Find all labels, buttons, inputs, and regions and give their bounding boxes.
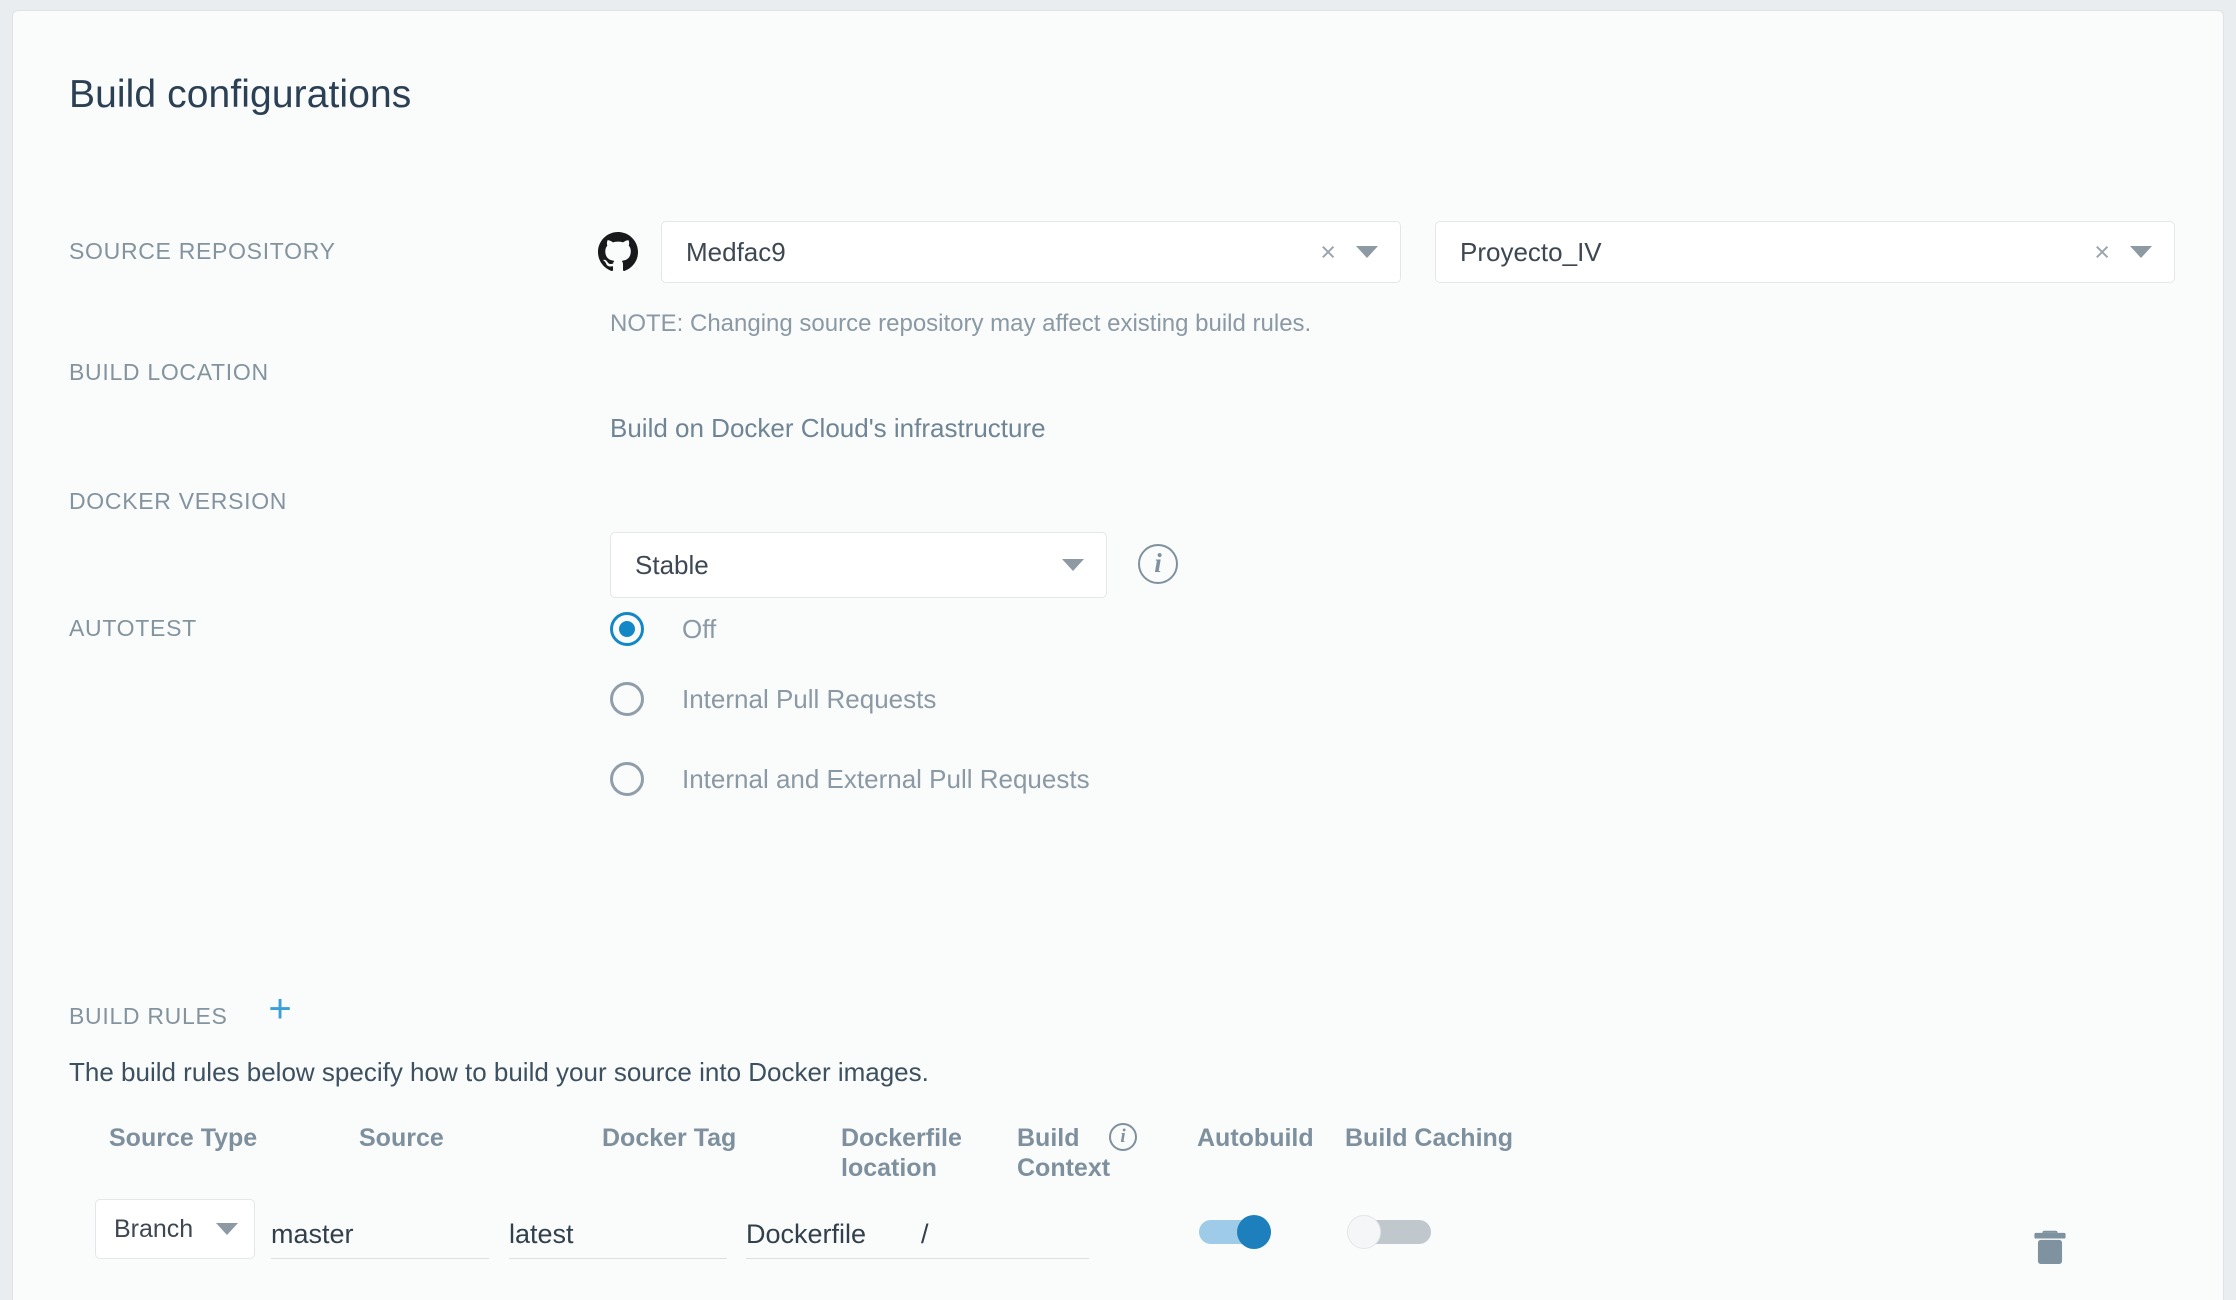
repository-owner-value: Medfac9 bbox=[686, 236, 786, 267]
chevron-down-icon[interactable] bbox=[216, 1223, 238, 1235]
repository-owner-select[interactable]: Medfac9 × bbox=[661, 221, 1401, 283]
source-repository-note: NOTE: Changing source repository may aff… bbox=[610, 310, 1312, 337]
repository-name-value: Proyecto_IV bbox=[1460, 236, 1602, 267]
radio-icon[interactable] bbox=[610, 762, 644, 796]
autotest-label: AUTOTEST bbox=[69, 615, 197, 641]
github-icon bbox=[598, 232, 638, 272]
docker-version-select[interactable]: Stable bbox=[610, 532, 1107, 598]
chevron-down-icon[interactable] bbox=[1356, 246, 1378, 258]
page-title: Build configurations bbox=[69, 73, 412, 116]
autotest-option-label: Internal and External Pull Requests bbox=[682, 763, 1090, 794]
radio-icon[interactable] bbox=[610, 612, 644, 646]
column-header-line1: Dockerfile bbox=[841, 1124, 962, 1152]
toggle-knob bbox=[1237, 1215, 1271, 1249]
column-header-source: Source bbox=[359, 1124, 444, 1152]
column-header-line1: Build bbox=[1017, 1124, 1080, 1152]
delete-rule-icon[interactable] bbox=[2033, 1227, 2067, 1267]
autobuild-toggle[interactable] bbox=[1199, 1215, 1283, 1249]
chevron-down-icon[interactable] bbox=[1062, 559, 1084, 571]
column-header-autobuild: Autobuild bbox=[1197, 1124, 1314, 1152]
autotest-option-off[interactable]: Off bbox=[610, 612, 716, 646]
autotest-option-label: Off bbox=[682, 613, 717, 644]
build-rules-description: The build rules below specify how to bui… bbox=[69, 1057, 929, 1087]
rule-source-input[interactable] bbox=[271, 1219, 489, 1259]
docker-version-value: Stable bbox=[635, 549, 709, 580]
column-header-dockerfile-location: Dockerfile location bbox=[841, 1123, 1001, 1183]
column-header-docker-tag: Docker Tag bbox=[602, 1124, 737, 1152]
build-caching-toggle[interactable] bbox=[1347, 1215, 1431, 1249]
clear-icon[interactable]: × bbox=[2094, 238, 2130, 266]
column-header-source-type: Source Type bbox=[109, 1124, 258, 1152]
column-header-build-caching: Build Caching bbox=[1345, 1124, 1514, 1152]
autotest-option-internal-and-external-pull-requests[interactable]: Internal and External Pull Requests bbox=[610, 762, 1090, 796]
column-header-line2: location bbox=[841, 1154, 937, 1182]
add-build-rule-icon[interactable]: + bbox=[263, 989, 297, 1029]
rule-source-type-value: Branch bbox=[114, 1214, 194, 1243]
autotest-option-label: Internal Pull Requests bbox=[682, 683, 937, 714]
repository-name-select[interactable]: Proyecto_IV × bbox=[1435, 221, 2175, 283]
build-rules-label: BUILD RULES bbox=[69, 1003, 228, 1029]
docker-version-label: DOCKER VERSION bbox=[69, 488, 288, 514]
build-location-label: BUILD LOCATION bbox=[69, 359, 269, 385]
rule-build-context-input[interactable] bbox=[921, 1219, 1089, 1259]
toggle-knob bbox=[1347, 1215, 1381, 1249]
build-configurations-card: Build configurations SOURCE REPOSITORY M… bbox=[12, 10, 2224, 1300]
info-icon[interactable]: i bbox=[1138, 544, 1178, 584]
autotest-option-internal-pull-requests[interactable]: Internal Pull Requests bbox=[610, 682, 936, 716]
rule-docker-tag-input[interactable] bbox=[509, 1219, 727, 1259]
radio-icon[interactable] bbox=[610, 682, 644, 716]
chevron-down-icon[interactable] bbox=[2130, 246, 2152, 258]
column-header-line2: Context bbox=[1017, 1154, 1111, 1182]
rule-source-type-select[interactable]: Branch bbox=[95, 1199, 255, 1259]
build-configurations-page: Build configurations SOURCE REPOSITORY M… bbox=[0, 0, 2236, 1300]
build-location-value: Build on Docker Cloud's infrastructure bbox=[610, 413, 1046, 443]
info-icon[interactable]: i bbox=[1109, 1123, 1137, 1151]
source-repository-label: SOURCE REPOSITORY bbox=[69, 238, 336, 264]
clear-icon[interactable]: × bbox=[1320, 238, 1356, 266]
